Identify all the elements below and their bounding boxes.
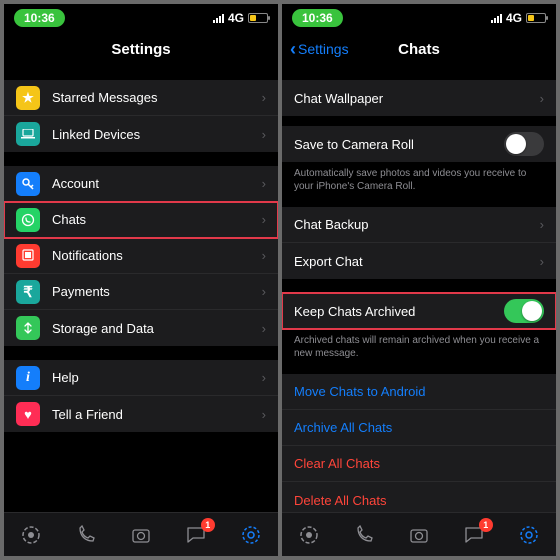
row-clear-all[interactable]: Clear All Chats xyxy=(282,446,556,482)
chats-badge: 1 xyxy=(479,518,493,532)
row-starred-messages[interactable]: ★ Starred Messages › xyxy=(4,80,278,116)
row-notifications[interactable]: Notifications › xyxy=(4,238,278,274)
rupee-icon: ₹ xyxy=(16,280,40,304)
keep-archived-toggle[interactable] xyxy=(504,299,544,323)
time-pill: 10:36 xyxy=(292,9,343,27)
chevron-right-icon: › xyxy=(540,217,544,232)
chevron-right-icon: › xyxy=(262,407,266,422)
time-pill: 10:36 xyxy=(14,9,65,27)
storage-icon xyxy=(16,316,40,340)
bell-icon xyxy=(16,244,40,268)
battery-icon xyxy=(248,13,268,23)
star-icon: ★ xyxy=(16,86,40,110)
back-button[interactable]: ‹ Settings xyxy=(290,39,349,60)
row-account[interactable]: Account › xyxy=(4,166,278,202)
network-label: 4G xyxy=(228,11,244,25)
row-save-camera-roll[interactable]: Save to Camera Roll xyxy=(282,126,556,162)
chats-badge: 1 xyxy=(201,518,215,532)
row-tell-friend[interactable]: ♥ Tell a Friend › xyxy=(4,396,278,432)
row-chat-backup[interactable]: Chat Backup › xyxy=(282,207,556,243)
row-move-android[interactable]: Move Chats to Android xyxy=(282,374,556,410)
tab-status[interactable] xyxy=(16,520,46,550)
chevron-right-icon: › xyxy=(540,254,544,269)
chevron-right-icon: › xyxy=(262,90,266,105)
whatsapp-icon xyxy=(16,208,40,232)
chevron-right-icon: › xyxy=(262,176,266,191)
key-icon xyxy=(16,172,40,196)
signal-icon xyxy=(213,14,224,23)
row-payments[interactable]: ₹ Payments › xyxy=(4,274,278,310)
row-keep-archived[interactable]: Keep Chats Archived xyxy=(282,293,556,329)
row-storage-data[interactable]: Storage and Data › xyxy=(4,310,278,346)
battery-icon xyxy=(526,13,546,23)
chevron-right-icon: › xyxy=(262,127,266,142)
chevron-left-icon: ‹ xyxy=(290,39,296,60)
tab-status[interactable] xyxy=(294,520,324,550)
nav-header: Settings xyxy=(4,32,278,66)
chevron-right-icon: › xyxy=(262,284,266,299)
page-title: Chats xyxy=(398,41,440,58)
save-camera-roll-toggle[interactable] xyxy=(504,132,544,156)
row-export-chat[interactable]: Export Chat › xyxy=(282,243,556,279)
tab-chats[interactable]: 1 xyxy=(459,520,489,550)
tab-calls[interactable] xyxy=(349,520,379,550)
tab-bar: 1 xyxy=(282,512,556,556)
save-footer: Automatically save photos and videos you… xyxy=(282,162,556,193)
tab-camera[interactable] xyxy=(126,520,156,550)
chats-settings-list: Chat Wallpaper › Save to Camera Roll Aut… xyxy=(282,66,556,512)
heart-icon: ♥ xyxy=(16,402,40,426)
row-delete-all[interactable]: Delete All Chats xyxy=(282,482,556,512)
chats-settings-screen: 10:36 4G ‹ Settings Chats Chat Wallpaper… xyxy=(282,4,556,556)
row-chats[interactable]: Chats › xyxy=(4,202,278,238)
nav-header: ‹ Settings Chats xyxy=(282,32,556,66)
chevron-right-icon: › xyxy=(262,370,266,385)
chevron-right-icon: › xyxy=(262,212,266,227)
settings-screen: 10:36 4G Settings ★ Starred Messages › L… xyxy=(4,4,278,556)
info-icon: i xyxy=(16,366,40,390)
row-linked-devices[interactable]: Linked Devices › xyxy=(4,116,278,152)
laptop-icon xyxy=(16,122,40,146)
status-bar: 10:36 4G xyxy=(282,4,556,32)
settings-list: ★ Starred Messages › Linked Devices › Ac… xyxy=(4,66,278,512)
tab-settings[interactable] xyxy=(514,520,544,550)
row-archive-all[interactable]: Archive All Chats xyxy=(282,410,556,446)
row-help[interactable]: i Help › xyxy=(4,360,278,396)
chevron-right-icon: › xyxy=(540,91,544,106)
tab-settings[interactable] xyxy=(236,520,266,550)
network-label: 4G xyxy=(506,11,522,25)
chevron-right-icon: › xyxy=(262,248,266,263)
signal-icon xyxy=(491,14,502,23)
chevron-right-icon: › xyxy=(262,321,266,336)
tab-bar: 1 xyxy=(4,512,278,556)
status-bar: 10:36 4G xyxy=(4,4,278,32)
tab-calls[interactable] xyxy=(71,520,101,550)
tab-camera[interactable] xyxy=(404,520,434,550)
row-chat-wallpaper[interactable]: Chat Wallpaper › xyxy=(282,80,556,116)
archive-footer: Archived chats will remain archived when… xyxy=(282,329,556,360)
tab-chats[interactable]: 1 xyxy=(181,520,211,550)
page-title: Settings xyxy=(111,41,170,58)
